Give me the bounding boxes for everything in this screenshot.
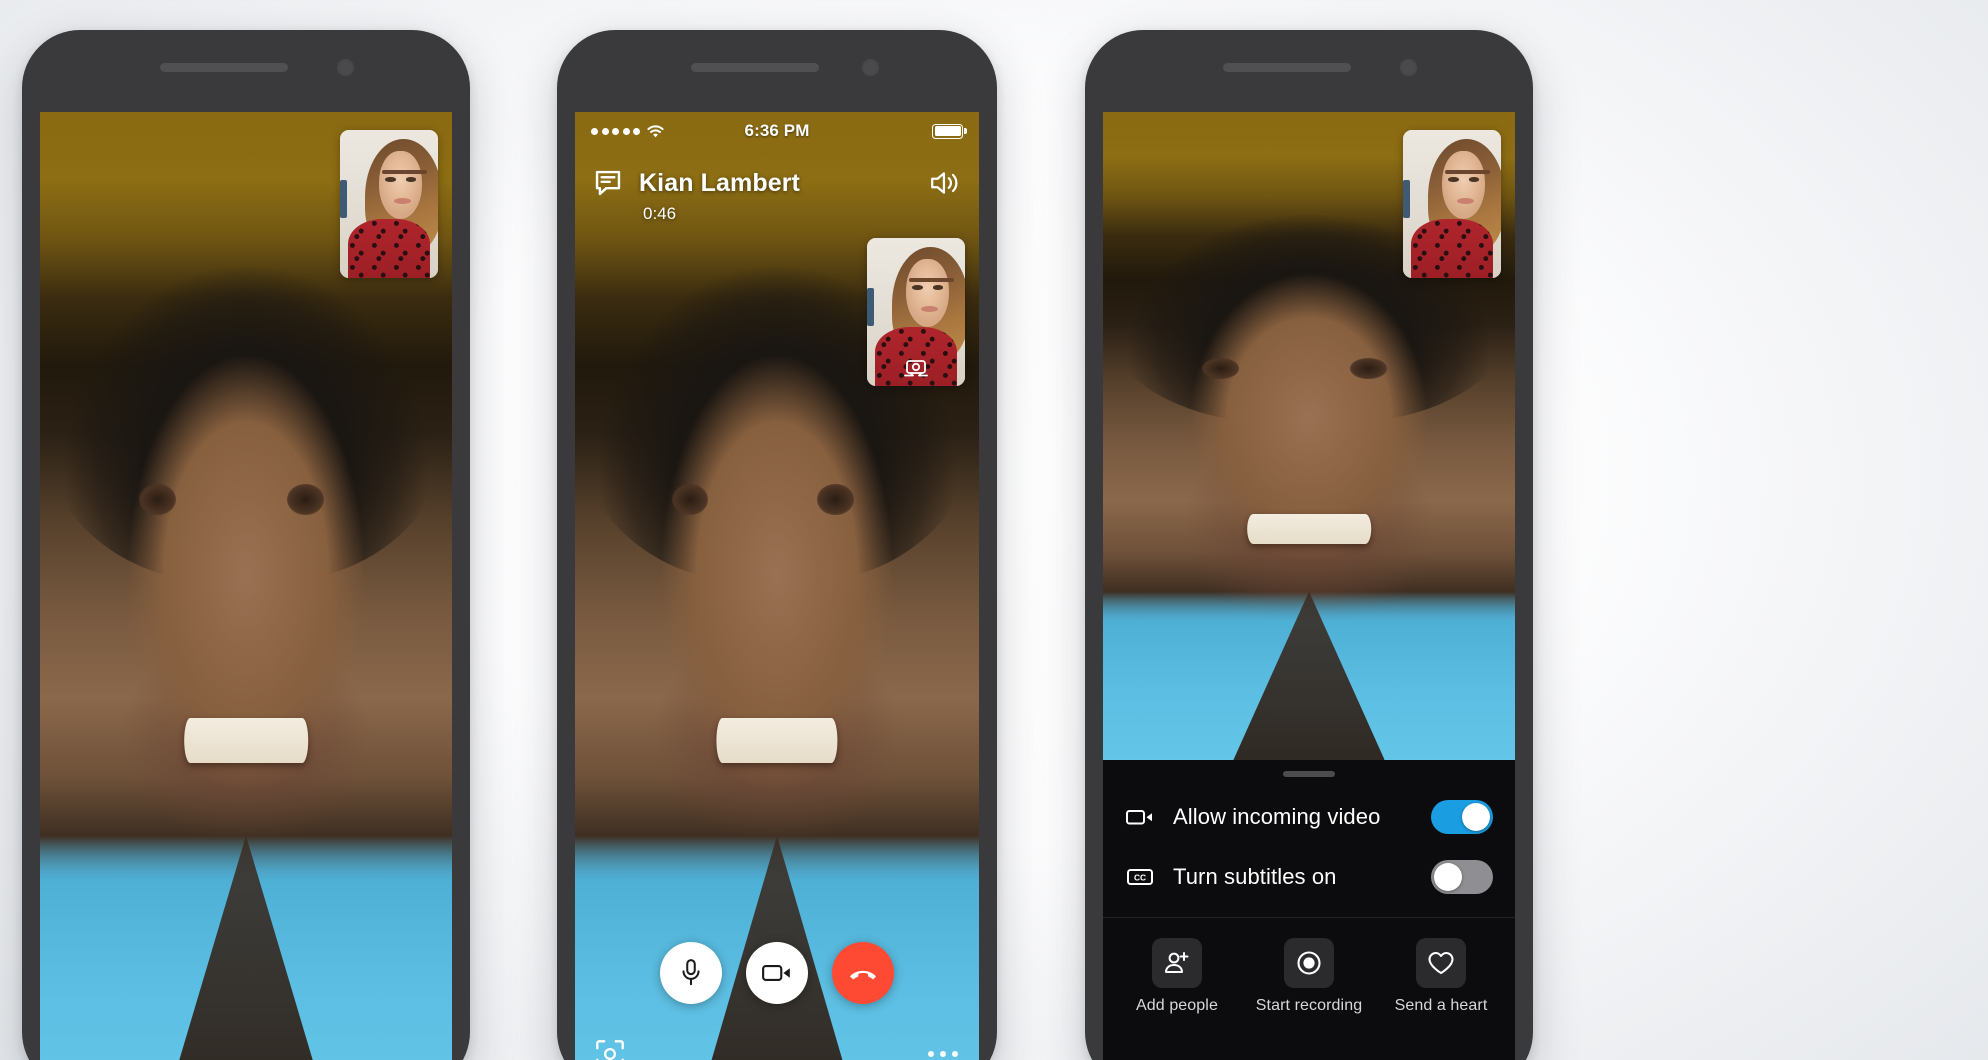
more-options-icon[interactable] xyxy=(927,1049,959,1059)
call-header: Kian Lambert 0:46 xyxy=(575,154,979,224)
action-label: Start recording xyxy=(1255,997,1363,1014)
setting-label: Turn subtitles on xyxy=(1173,864,1337,889)
wifi-icon xyxy=(646,124,665,138)
pip-side-button xyxy=(340,180,347,219)
phone-2-screen: 6:36 PM Kian Lambert 0:46 xyxy=(575,112,979,1060)
setting-label: Allow incoming video xyxy=(1173,804,1381,829)
phone-mockup-2: 6:36 PM Kian Lambert 0:46 xyxy=(557,30,997,1060)
record-circle-icon xyxy=(1283,938,1334,988)
status-bar-time: 6:36 PM xyxy=(744,121,810,140)
self-view-pip[interactable] xyxy=(867,238,965,386)
heart-icon xyxy=(1415,938,1466,988)
setting-allow-incoming-video[interactable]: Allow incoming video xyxy=(1103,787,1515,847)
microphone-icon xyxy=(678,958,704,988)
phone-mockup-3: Allow incoming video CC Turn subtitles o… xyxy=(1085,30,1533,1060)
action-label: Send a heart xyxy=(1394,997,1488,1014)
add-people-button[interactable]: Add people xyxy=(1112,938,1243,1015)
end-call-button[interactable] xyxy=(832,942,894,1004)
flip-camera-icon[interactable] xyxy=(901,356,931,380)
call-controls xyxy=(575,942,979,1004)
front-camera-lens xyxy=(862,59,879,76)
self-view-pip[interactable] xyxy=(1403,130,1501,278)
chat-bubble-icon[interactable] xyxy=(593,168,623,198)
earpiece-speaker xyxy=(691,63,819,72)
mute-microphone-button[interactable] xyxy=(660,942,722,1004)
call-bottom-bar xyxy=(575,1018,979,1060)
status-bar: 6:36 PM xyxy=(575,112,979,150)
phone-3-screen: Allow incoming video CC Turn subtitles o… xyxy=(1103,112,1515,1060)
self-view-pip[interactable] xyxy=(340,130,438,278)
add-person-icon xyxy=(1151,938,1202,988)
closed-captions-icon: CC xyxy=(1125,866,1155,888)
end-call-handset-icon xyxy=(847,963,879,983)
pip-side-button xyxy=(1403,180,1410,219)
send-a-heart-button[interactable]: Send a heart xyxy=(1376,938,1507,1015)
settings-rows: Allow incoming video CC Turn subtitles o… xyxy=(1103,783,1515,917)
snapshot-frame-icon[interactable] xyxy=(595,1039,625,1060)
svg-text:CC: CC xyxy=(1134,872,1146,882)
front-camera-lens xyxy=(337,59,354,76)
battery-full-icon xyxy=(932,123,963,139)
call-duration: 0:46 xyxy=(643,204,677,223)
speaker-on-icon[interactable] xyxy=(929,169,961,197)
call-settings-sheet: Allow incoming video CC Turn subtitles o… xyxy=(1103,760,1515,1060)
pip-side-button xyxy=(867,288,874,327)
earpiece-speaker xyxy=(1223,63,1351,72)
drag-handle[interactable] xyxy=(1283,771,1335,777)
start-recording-button[interactable]: Start recording xyxy=(1244,938,1375,1015)
signal-strength-icon xyxy=(591,127,640,135)
toggle-video-button[interactable] xyxy=(746,942,808,1004)
video-camera-icon xyxy=(1125,806,1155,828)
phone-mockup-1 xyxy=(22,30,470,1060)
call-action-bar: Add people Start recording Send a heart xyxy=(1103,918,1515,1031)
setting-turn-subtitles-on[interactable]: CC Turn subtitles on xyxy=(1103,847,1515,907)
mockup-stage: 6:36 PM Kian Lambert 0:46 Allow incoming… xyxy=(0,0,1988,1060)
action-label: Add people xyxy=(1136,997,1218,1014)
phone-1-screen xyxy=(40,112,452,1060)
earpiece-speaker xyxy=(160,63,288,72)
turn-subtitles-on-toggle[interactable] xyxy=(1431,860,1493,894)
contact-name: Kian Lambert xyxy=(639,168,800,197)
video-camera-icon xyxy=(761,961,793,985)
front-camera-lens xyxy=(1400,59,1417,76)
allow-incoming-video-toggle[interactable] xyxy=(1431,800,1493,834)
